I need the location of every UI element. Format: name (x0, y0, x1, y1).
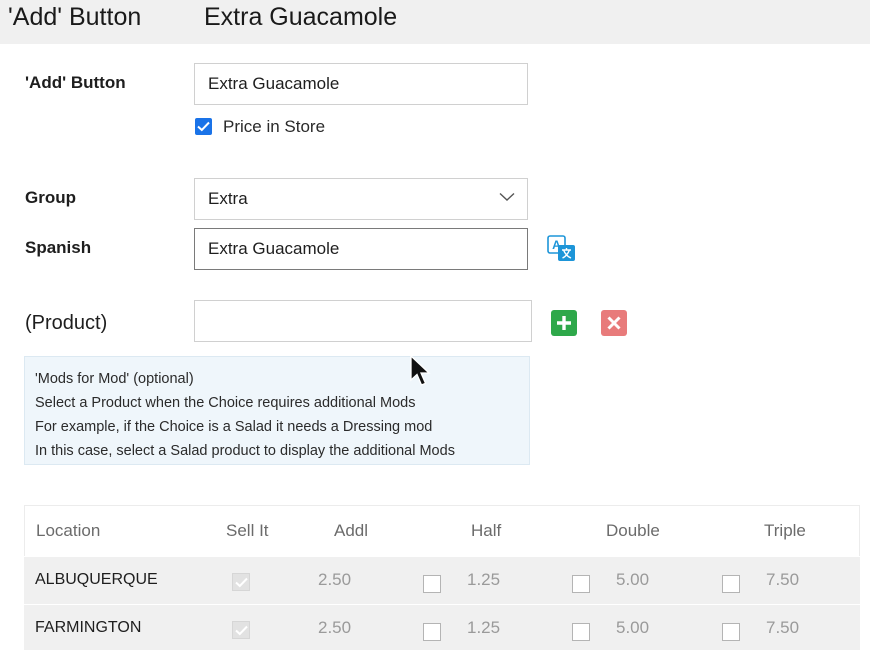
double-price: 5.00 (616, 570, 650, 589)
column-header-triple: Triple (764, 521, 806, 540)
half-price: 1.25 (467, 570, 501, 589)
add-button-input[interactable]: Extra Guacamole (194, 63, 528, 105)
addl-price: 2.50 (318, 618, 352, 637)
addl-price: 2.50 (318, 570, 352, 589)
mods-for-mod-info: 'Mods for Mod' (optional) Select a Produ… (24, 356, 530, 465)
spanish-label: Spanish (25, 238, 92, 257)
table-header: Location Sell It Addl Half Double Triple (24, 505, 860, 556)
group-select-value: Extra (208, 189, 248, 208)
group-select[interactable]: Extra (194, 178, 528, 220)
triple-checkbox[interactable] (722, 623, 740, 641)
info-line: In this case, select a Salad product to … (35, 443, 455, 459)
header-title-item: Extra Guacamole (204, 3, 398, 31)
spanish-input-value: Extra Guacamole (208, 239, 340, 258)
header-title-section: 'Add' Button (8, 3, 142, 31)
sell-it-checkbox (232, 573, 250, 591)
location-pricing-table: Location Sell It Addl Half Double Triple… (24, 505, 860, 650)
info-line: Select a Product when the Choice require… (35, 395, 416, 411)
chevron-down-icon (499, 192, 515, 201)
table-row: FARMINGTON 2.50 1.25 5.00 7.50 (24, 604, 860, 650)
info-line: For example, if the Choice is a Salad it… (35, 419, 433, 435)
location-cell: ALBUQUERQUE (35, 571, 158, 588)
table-row: ALBUQUERQUE 2.50 1.25 5.00 7.50 (24, 556, 860, 604)
triple-price: 7.50 (766, 618, 800, 637)
mouse-cursor-icon (410, 355, 431, 386)
product-input[interactable] (194, 300, 532, 342)
half-checkbox[interactable] (423, 623, 441, 641)
column-header-half: Half (471, 521, 502, 540)
add-product-button[interactable] (551, 310, 577, 336)
column-header-double: Double (606, 521, 660, 540)
column-header-addl: Addl (334, 521, 369, 540)
double-checkbox[interactable] (572, 575, 590, 593)
triple-price: 7.50 (766, 570, 800, 589)
group-label: Group (25, 188, 76, 207)
location-cell: FARMINGTON (35, 619, 142, 636)
half-checkbox[interactable] (423, 575, 441, 593)
sell-it-checkbox (232, 621, 250, 639)
double-price: 5.00 (616, 618, 650, 637)
price-in-store-label[interactable]: Price in Store (223, 117, 325, 137)
translate-icon[interactable]: A (547, 235, 577, 263)
triple-checkbox[interactable] (722, 575, 740, 593)
double-checkbox[interactable] (572, 623, 590, 641)
add-button-input-value: Extra Guacamole (208, 74, 340, 93)
remove-product-button[interactable] (601, 310, 627, 336)
page-header: 'Add' Button Extra Guacamole (0, 0, 870, 44)
price-in-store-checkbox[interactable] (195, 118, 212, 135)
column-header-location: Location (36, 521, 101, 540)
info-line: 'Mods for Mod' (optional) (35, 371, 194, 387)
add-button-label: 'Add' Button (25, 73, 126, 92)
product-label: (Product) (25, 312, 108, 334)
spanish-input[interactable]: Extra Guacamole (194, 228, 528, 270)
half-price: 1.25 (467, 618, 501, 637)
column-header-sell-it: Sell It (226, 521, 269, 540)
